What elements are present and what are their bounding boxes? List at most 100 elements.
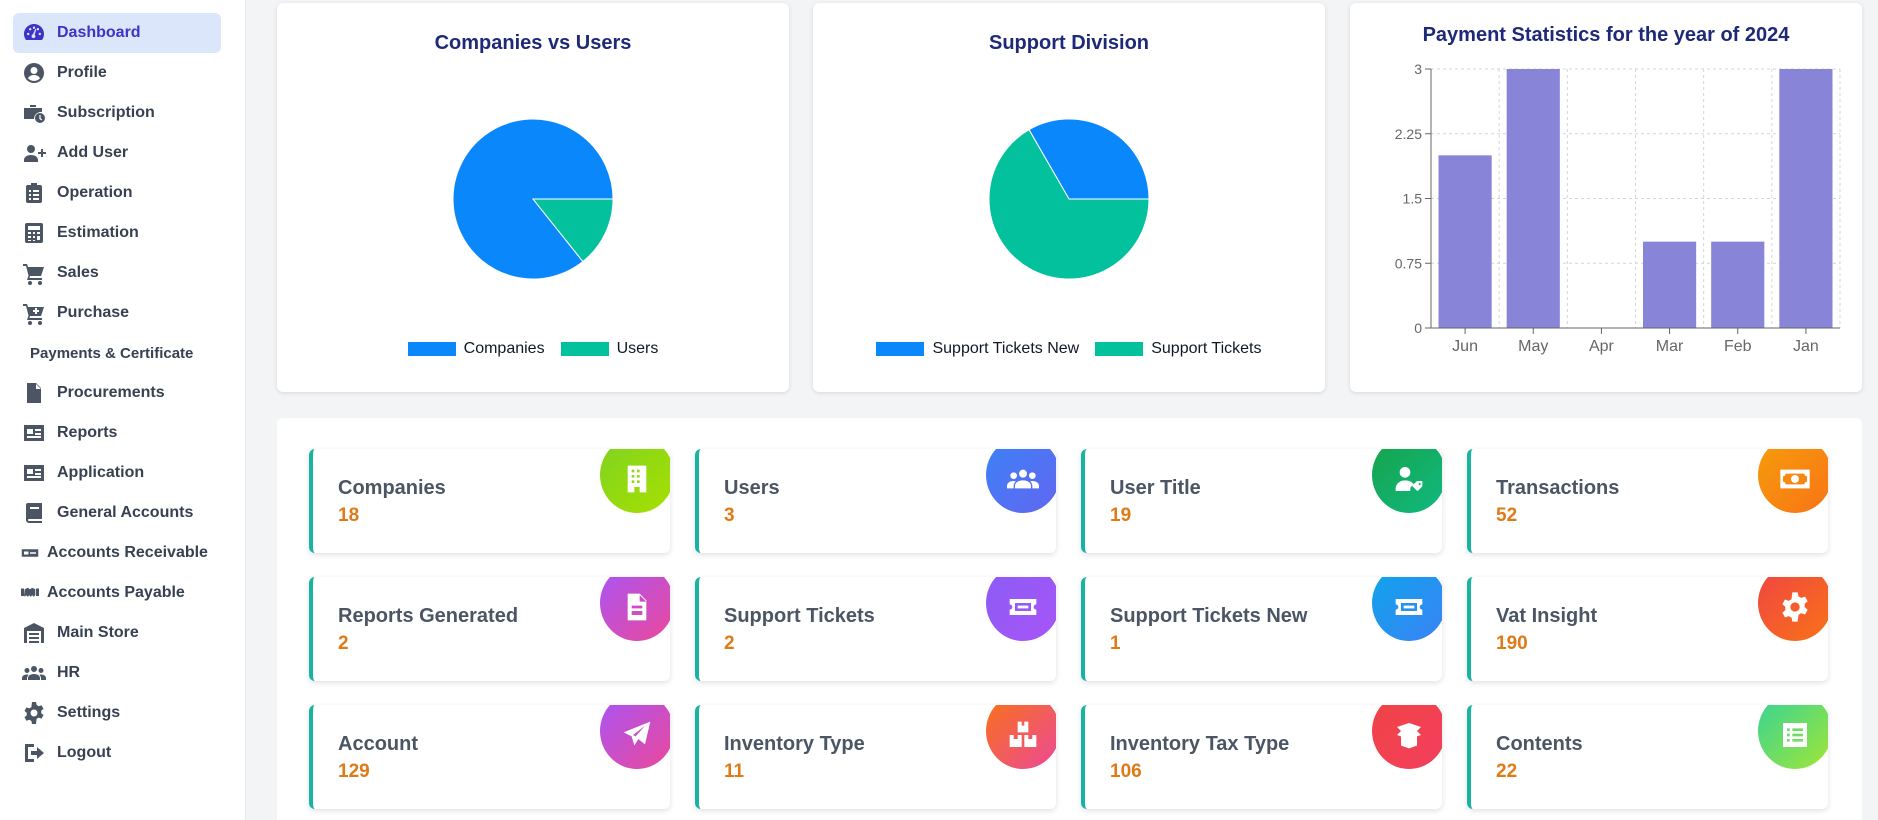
stat-value: 2 <box>338 633 349 654</box>
sidebar-item-payments-certificate[interactable]: Payments & Certificate <box>13 333 221 373</box>
legend-label: Support Tickets <box>1151 340 1262 357</box>
stat-value: 18 <box>338 505 360 526</box>
sidebar-item-subscription[interactable]: Subscription <box>13 93 221 133</box>
bar-jan[interactable] <box>1779 69 1833 328</box>
sidebar: Dashboard Profile Subscription Add User … <box>0 0 246 820</box>
sidebar-item-settings[interactable]: Settings <box>13 693 221 733</box>
user-circle-icon <box>21 60 47 86</box>
legend-item-users[interactable]: Users <box>560 340 658 358</box>
stat-value: 106 <box>1110 761 1142 782</box>
y-tick-label: 2.25 <box>1395 126 1422 142</box>
sidebar-item-label: HR <box>57 664 81 681</box>
x-tick-label: Mar <box>1656 338 1684 355</box>
handshake-icon <box>21 580 39 606</box>
stat-value: 22 <box>1496 761 1518 782</box>
sidebar-item-label: Application <box>57 464 145 481</box>
legend-item-companies[interactable]: Companies <box>407 340 545 358</box>
stat-title: Companies <box>338 477 446 499</box>
stat-card-vat-insight[interactable]: Vat Insight 190 <box>1467 577 1828 681</box>
list-icon <box>1758 705 1828 769</box>
sidebar-item-add-user[interactable]: Add User <box>13 133 221 173</box>
stat-value: 11 <box>724 761 745 782</box>
sidebar-item-accounts-payable[interactable]: Accounts Payable <box>13 573 221 613</box>
sidebar-item-logout[interactable]: Logout <box>13 733 221 773</box>
building-icon <box>600 449 670 513</box>
bar-mar[interactable] <box>1642 241 1697 328</box>
stat-card-inventory-tax-type[interactable]: Inventory Tax Type 106 <box>1081 705 1442 809</box>
sidebar-item-general-accounts[interactable]: General Accounts <box>13 493 221 533</box>
users-icon <box>21 660 47 686</box>
boxes-icon <box>986 705 1056 769</box>
id-card-icon <box>21 460 47 486</box>
dashboard-gauge-icon <box>21 20 47 46</box>
stat-card-reports-generated[interactable]: Reports Generated 2 <box>309 577 670 681</box>
stat-title: Users <box>724 477 780 499</box>
user-plus-icon <box>21 140 47 166</box>
y-tick-label: 1.5 <box>1403 191 1423 207</box>
sidebar-item-purchase[interactable]: Purchase <box>13 293 221 333</box>
sidebar-item-label: Settings <box>57 704 121 721</box>
sidebar-item-estimation[interactable]: Estimation <box>13 213 221 253</box>
sidebar-item-dashboard[interactable]: Dashboard <box>13 13 221 53</box>
chart-legend: Support Tickets New Support Tickets <box>813 340 1325 358</box>
x-tick-label: Apr <box>1589 338 1615 355</box>
stat-title: Reports Generated <box>338 605 519 627</box>
stats-panel: Companies 18 Users 3 User Title 19 Transaction… <box>277 418 1862 820</box>
chart-title: Support Division <box>989 32 1149 54</box>
stat-card-inventory-type[interactable]: Inventory Type 11 <box>695 705 1056 809</box>
stat-value: 190 <box>1496 633 1528 654</box>
sidebar-item-label: Dashboard <box>57 24 141 41</box>
bar-feb[interactable] <box>1711 241 1765 328</box>
money-check-icon <box>21 540 39 566</box>
stat-card-account[interactable]: Account 129 <box>309 705 670 809</box>
sidebar-item-operation[interactable]: Operation <box>13 173 221 213</box>
sidebar-item-hr[interactable]: HR <box>13 653 221 693</box>
legend-item-support-tickets[interactable]: Support Tickets <box>1095 340 1262 358</box>
stat-title: Vat Insight <box>1496 605 1598 627</box>
companies-users-pie <box>452 118 614 280</box>
gear-icon <box>1758 577 1828 641</box>
legend-item-support-tickets-new[interactable]: Support Tickets New <box>876 340 1079 358</box>
x-tick-label: Jun <box>1452 338 1478 355</box>
sidebar-item-label: Add User <box>57 144 129 161</box>
stat-card-companies[interactable]: Companies 18 <box>309 449 670 553</box>
sidebar-item-application[interactable]: Application <box>13 453 221 493</box>
book-icon <box>21 500 47 526</box>
support-division-pie <box>988 118 1150 280</box>
legend-swatch <box>876 342 925 356</box>
sidebar-item-label: Logout <box>57 744 112 761</box>
warehouse-icon <box>21 620 47 646</box>
stat-card-support-tickets[interactable]: Support Tickets 2 <box>695 577 1056 681</box>
bar-jun[interactable] <box>1438 155 1492 328</box>
user-tag-icon <box>1372 449 1442 513</box>
file-signature-icon <box>21 380 47 406</box>
ticket-icon <box>986 577 1056 641</box>
cart-plus-icon <box>21 300 47 326</box>
stat-card-transactions[interactable]: Transactions 52 <box>1467 449 1828 553</box>
stat-card-contents[interactable]: Contents 22 <box>1467 705 1828 809</box>
sidebar-item-label: Profile <box>57 64 107 81</box>
bar-may[interactable] <box>1506 69 1560 328</box>
stat-card-user-title[interactable]: User Title 19 <box>1081 449 1442 553</box>
stat-card-support-tickets-new[interactable]: Support Tickets New 1 <box>1081 577 1442 681</box>
file-report-icon <box>600 577 670 641</box>
sidebar-item-label: Payments & Certificate <box>30 344 194 362</box>
sidebar-item-accounts-receivable[interactable]: Accounts Receivable <box>13 533 221 573</box>
support-division-card: Support Division Support Tickets New Sup… <box>813 3 1325 392</box>
money-bill-icon <box>1758 449 1828 513</box>
sidebar-item-label: Sales <box>57 264 99 281</box>
sidebar-item-sales[interactable]: Sales <box>13 253 221 293</box>
sidebar-item-main-store[interactable]: Main Store <box>13 613 221 653</box>
sidebar-item-profile[interactable]: Profile <box>13 53 221 93</box>
users-group-icon <box>986 449 1056 513</box>
sidebar-item-reports[interactable]: Reports <box>13 413 221 453</box>
legend-label: Companies <box>463 340 545 357</box>
sidebar-item-label: Subscription <box>57 104 155 121</box>
stat-title: Inventory Tax Type <box>1110 733 1290 755</box>
legend-swatch <box>1095 342 1144 356</box>
cart-icon <box>21 260 47 286</box>
payment-bar-chart: 0 0.75 1.5 2.25 3 Jun May Apr Mar Feb Jan <box>1395 61 1841 355</box>
sidebar-item-procurements[interactable]: Procurements <box>13 373 221 413</box>
stat-card-users[interactable]: Users 3 <box>695 449 1056 553</box>
chart-legend: Companies Users <box>277 340 789 358</box>
